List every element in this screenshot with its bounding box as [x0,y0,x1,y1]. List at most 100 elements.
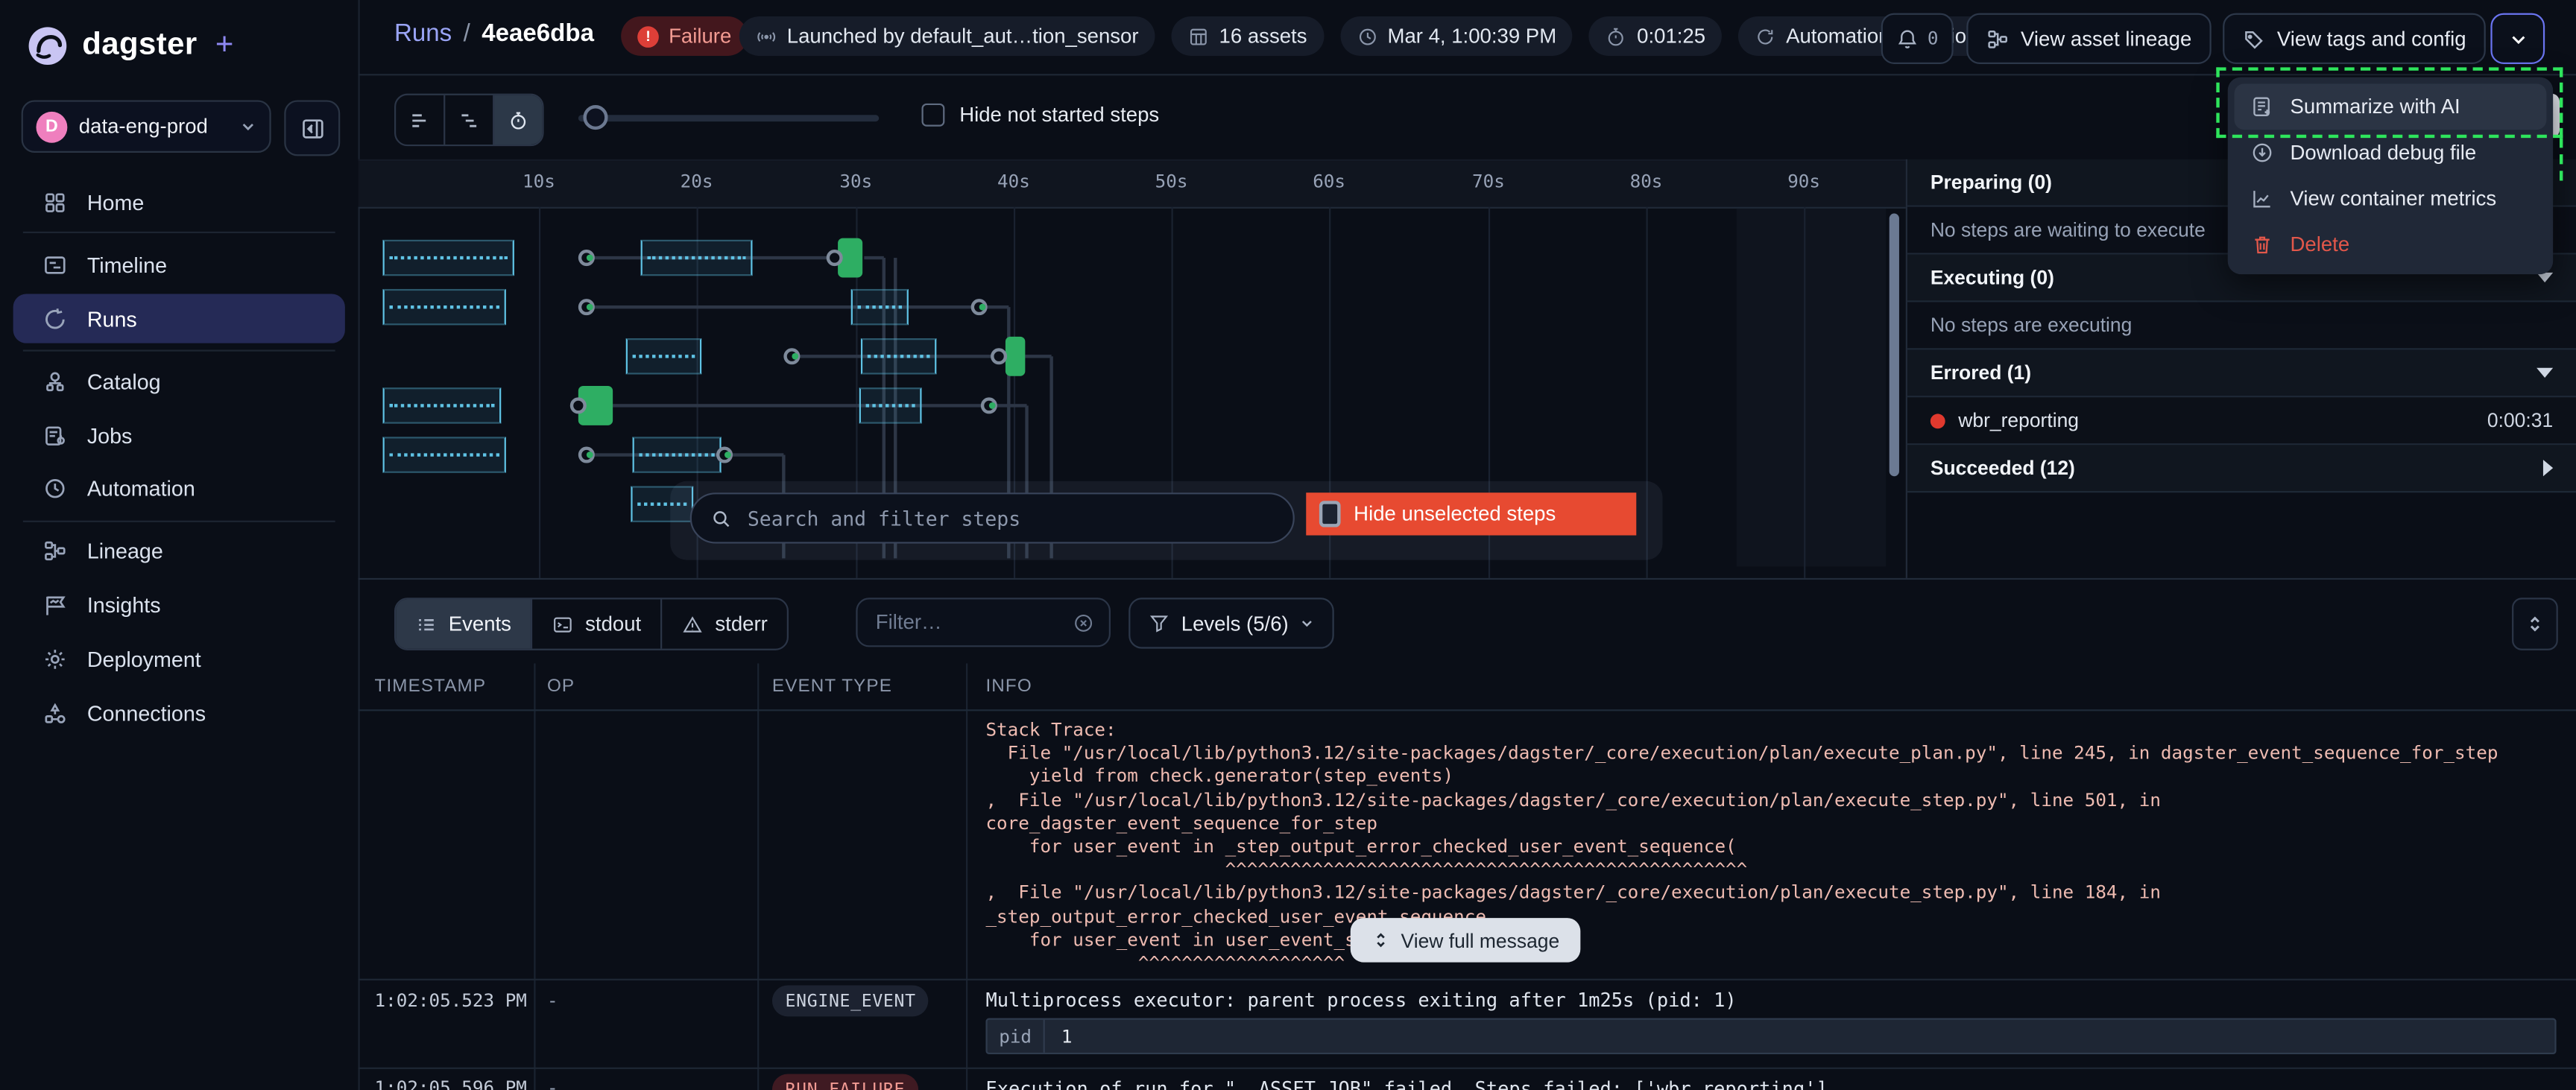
gantt-step-bar-skipped[interactable] [383,289,506,325]
jobs-icon [42,423,67,448]
tab-stderr[interactable]: stderr [661,599,788,648]
menu-item-view-container-metrics[interactable]: View container metrics [2235,176,2547,222]
lineage-icon [1986,27,2010,50]
sidebar-item-insights[interactable]: Insights [13,580,345,629]
warning-triangle-icon [682,613,704,635]
status-badge: ! Failure [621,16,748,56]
sidebar-item-timeline[interactable]: Timeline [13,240,345,289]
gantt-connector-line [587,453,720,456]
log-timestamp: 1:02:05.523 PM [375,990,527,1012]
chevron-down-icon [2536,368,2553,378]
levels-filter-dropdown[interactable]: Levels (5/6) [1128,598,1334,648]
insights-icon [42,592,67,617]
gantt-step-bar-skipped[interactable] [626,338,701,374]
gantt-step-bar-succeeded[interactable] [838,238,862,278]
sidebar-item-home[interactable]: Home [13,177,345,226]
step-search-box [690,492,1295,543]
metrics-chart-icon [2251,187,2274,210]
waterfall-view-button[interactable] [443,95,493,145]
gear-icon [42,646,67,671]
gantt-step-marker [981,397,997,413]
collapse-sidebar-button[interactable] [284,100,340,156]
view-asset-lineage-button[interactable]: View asset lineage [1966,13,2211,64]
gantt-connector-line [992,404,1026,407]
view-tags-and-config-label: View tags and config [2277,27,2466,50]
view-tags-and-config-button[interactable]: View tags and config [2223,13,2486,64]
stack-trace-text: Stack Trace: File "/usr/local/lib/python… [985,719,2556,975]
hide-unselected-label: Hide unselected steps [1354,502,1556,525]
runs-icon [42,306,67,331]
breadcrumb-runs-link[interactable]: Runs [394,19,452,47]
gantt-step-bar-skipped[interactable] [851,289,909,325]
brand-name: dagster [82,28,197,63]
steps-section-errored[interactable]: Errored (1) [1907,349,2576,397]
section-title: Succeeded (12) [1931,457,2075,480]
sidebar-item-runs[interactable]: Runs [13,294,345,343]
hide-not-started-checkbox[interactable] [922,104,945,127]
deployment-selector[interactable]: D data-eng-prod [22,100,271,153]
hide-unselected-checkbox[interactable] [1319,501,1341,527]
gantt-step-marker [578,250,595,266]
column-header-op: OP [547,677,575,696]
sidebar-item-connections[interactable]: Connections [13,688,345,738]
timeline-icon [42,252,67,276]
menu-item-delete[interactable]: Delete [2235,222,2547,268]
sidebar-divider [23,349,335,351]
gantt-step-bar-skipped[interactable] [633,437,722,472]
sidebar-item-catalog[interactable]: Catalog [13,356,345,405]
menu-item-label: View container metrics [2291,187,2497,210]
funnel-icon [1149,612,1170,634]
sidebar-item-label: Deployment [87,646,201,671]
run-actions-dropdown-button[interactable] [2490,13,2545,64]
gantt-step-bar-skipped[interactable] [383,437,506,472]
view-full-message-button[interactable]: View full message [1351,918,1581,963]
gantt-step-bar-succeeded[interactable] [578,386,613,425]
assets-count-label: 16 assets [1219,25,1307,48]
hide-not-started-steps-control: Hide not started steps [922,104,1160,127]
hide-unselected-steps-highlight: Hide unselected steps [1306,492,1636,535]
timed-view-button[interactable] [493,95,542,145]
gantt-step-bar-skipped[interactable] [641,240,753,276]
clear-filter-icon[interactable] [1073,612,1094,633]
gantt-time-axis [358,159,1905,209]
step-search-input[interactable] [744,505,1273,531]
bell-icon [1896,27,1919,50]
gantt-step-bar-skipped[interactable] [859,387,922,423]
gantt-step-marker [991,348,1007,364]
gantt-view-toggle [394,94,544,147]
annotation-highlight-box [2216,67,2563,138]
sidebar-item-label: Timeline [87,252,167,276]
sidebar-item-lineage[interactable]: Lineage [13,525,345,574]
gantt-step-bar-skipped[interactable] [861,338,936,374]
assets-count-tag[interactable]: 16 assets [1172,16,1324,56]
notifications-button[interactable]: 0 [1881,13,1954,64]
launched-by-label: Launched by default_aut…tion_sensor [787,25,1139,48]
gantt-scrollbar-thumb[interactable] [1890,214,1899,477]
dagster-logo[interactable]: dagster+ [26,25,233,67]
steps-section-succeeded[interactable]: Succeeded (12) [1907,445,2576,492]
duration-label: 0:01:25 [1637,25,1705,48]
sidebar-item-jobs[interactable]: Jobs [13,411,345,460]
section-title: Preparing (0) [1931,171,2052,194]
sidebar-item-deployment[interactable]: Deployment [13,634,345,683]
launched-by-tag[interactable]: Launched by default_aut…tion_sensor [739,16,1155,56]
expand-vertical-icon [1371,931,1389,949]
tab-events[interactable]: Events [396,599,531,648]
tab-stdout[interactable]: stdout [531,599,660,648]
metadata-key: pid [988,1020,1045,1053]
gantt-step-bar-skipped[interactable] [383,240,514,276]
gantt-step-bar-skipped[interactable] [383,387,502,423]
gantt-zoom-slider-thumb[interactable] [583,105,607,130]
flat-view-button[interactable] [396,95,443,145]
column-header-info: INFO [985,677,1032,696]
expand-log-panel-button[interactable] [2512,598,2558,650]
sidebar-item-automation[interactable]: Automation [13,463,345,513]
log-filter-input[interactable] [872,609,1063,636]
log-event-type-badge: ENGINE_EVENT [772,985,929,1016]
gantt-step-bar-succeeded[interactable] [1006,337,1025,376]
errored-step-row[interactable]: wbr_reporting 0:00:31 [1907,397,2576,445]
sidebar-item-label: Connections [87,700,206,725]
gantt-zoom-slider[interactable] [578,115,879,121]
automation-condition-tag[interactable]: Automation condition [1738,16,1994,56]
error-status-dot [1931,413,1945,428]
